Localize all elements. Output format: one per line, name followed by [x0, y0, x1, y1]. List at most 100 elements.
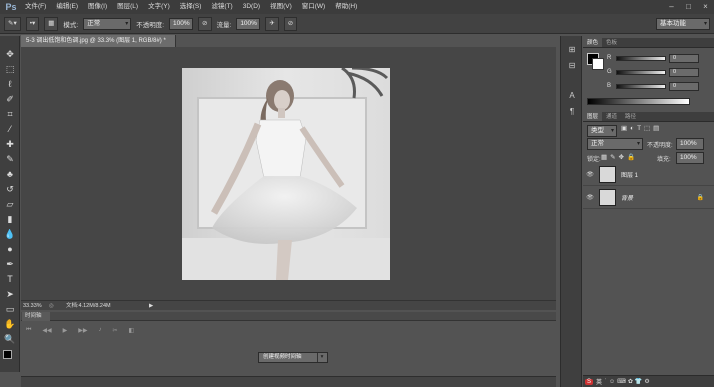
close-icon[interactable]: × — [701, 2, 710, 11]
opacity-input[interactable]: 100% — [169, 17, 194, 30]
color-panel-tabs: 颜色 色板 — [583, 38, 714, 48]
layer-filter-icons[interactable]: ▣◐T⬚▤ — [621, 124, 662, 132]
mode-select[interactable]: 正常 ▾ — [83, 17, 132, 30]
green-slider[interactable] — [616, 69, 666, 75]
brush-panel-icon[interactable]: ▦ — [44, 16, 59, 31]
timeline-tab-label: 时间轴 — [25, 313, 42, 319]
menu-select[interactable]: 选择(S) — [175, 0, 207, 14]
pressure-opacity-icon[interactable]: ⊘ — [198, 16, 212, 31]
lock-icons[interactable]: ▦✎✥🔒 — [601, 153, 638, 161]
split-icon[interactable]: ✂ — [113, 327, 118, 336]
tab-channels[interactable]: 通道 — [602, 112, 621, 121]
chevron-down-icon: ▾ — [636, 141, 640, 147]
flow-input[interactable]: 100% — [236, 17, 261, 30]
tray-icons[interactable]: ˙☺⌨✿👕⚙ — [605, 378, 652, 385]
red-value-input[interactable]: 0 — [669, 53, 699, 63]
image-canvas[interactable] — [182, 68, 390, 280]
tab-layers[interactable]: 图层 — [583, 112, 603, 121]
brush-tool-icon[interactable]: ✎ — [3, 153, 17, 166]
create-video-timeline-button[interactable]: 创建视频时间轴 ▾ — [258, 352, 328, 363]
eyedropper-tool-icon[interactable]: ⁄ — [3, 123, 17, 136]
ime-language[interactable]: 英 — [596, 377, 602, 386]
status-menu-arrow-icon[interactable]: ▶ — [149, 301, 153, 311]
eye-icon[interactable]: 👁 — [583, 171, 597, 178]
layer-row[interactable]: 👁 背景 🔒 — [583, 187, 714, 209]
layer-thumbnail — [599, 166, 616, 183]
timeline-tab[interactable]: 时间轴 — [22, 312, 50, 321]
first-frame-icon[interactable]: ⏮ — [26, 327, 31, 336]
menu-edit[interactable]: 编辑(E) — [51, 0, 83, 14]
type-tool-icon[interactable]: T — [3, 273, 17, 286]
move-tool-icon[interactable]: ✥ — [3, 48, 17, 61]
layer-opacity-input[interactable]: 100% — [676, 138, 704, 150]
hand-tool-icon[interactable]: ✋ — [3, 318, 17, 331]
menu-layer[interactable]: 图层(L) — [112, 0, 143, 14]
opacity-label: 不透明度: — [136, 21, 165, 29]
menu-view[interactable]: 视图(V) — [265, 0, 297, 14]
gradient-tool-icon[interactable]: ▮ — [3, 213, 17, 226]
menu-3d[interactable]: 3D(D) — [238, 0, 265, 14]
layer-kind-filter[interactable]: 类型 ▾ — [587, 125, 617, 137]
lasso-tool-icon[interactable]: ℓ — [3, 78, 17, 91]
transition-icon[interactable]: ◧ — [129, 327, 135, 336]
next-frame-icon[interactable]: ▶▶ — [78, 327, 87, 336]
pressure-size-icon[interactable]: ⊘ — [283, 16, 298, 31]
character-panel-icon[interactable]: A — [566, 90, 578, 102]
play-icon[interactable]: ▶ — [63, 327, 68, 336]
blend-mode-select[interactable]: 正常 ▾ — [587, 138, 643, 150]
menu-file[interactable]: 文件(F) — [20, 0, 51, 14]
red-channel-label: R — [607, 55, 612, 61]
properties-panel-icon[interactable]: ⊟ — [566, 60, 578, 72]
lock-label: 锁定: — [587, 157, 601, 163]
maximize-icon[interactable]: □ — [684, 2, 693, 11]
history-brush-tool-icon[interactable]: ↺ — [3, 183, 17, 196]
brush-preset-icon[interactable]: ✎▾ — [4, 16, 21, 31]
tab-paths[interactable]: 路径 — [621, 112, 640, 121]
crop-tool-icon[interactable]: ⌗ — [3, 108, 17, 121]
color-ramp[interactable] — [587, 98, 690, 105]
background-color-chip[interactable] — [592, 58, 604, 70]
previous-frame-icon[interactable]: ◀◀ — [42, 327, 51, 336]
menu-help[interactable]: 帮助(H) — [330, 0, 362, 14]
chevron-down-icon[interactable]: ▾ — [317, 353, 326, 362]
workspace-value: 基本功能 — [660, 20, 686, 27]
red-slider[interactable] — [616, 55, 666, 61]
document-tab[interactable]: 5-3 调出低饱和色调.jpg @ 33.3% (图层 1, RGB/8#) * — [21, 35, 176, 47]
menu-window[interactable]: 窗口(W) — [297, 0, 330, 14]
quick-select-tool-icon[interactable]: ✐ — [3, 93, 17, 106]
zoom-tool-icon[interactable]: 🔍 — [3, 333, 17, 346]
status-info-icon[interactable]: ◎ — [49, 301, 54, 311]
tab-color[interactable]: 颜色 — [583, 38, 603, 47]
tab-swatches[interactable]: 色板 — [602, 38, 621, 47]
shape-tool-icon[interactable]: ▭ — [3, 303, 17, 316]
airbrush-icon[interactable]: ✈ — [265, 16, 279, 31]
ime-logo-icon[interactable]: S — [585, 378, 594, 385]
marquee-tool-icon[interactable]: ⬚ — [3, 63, 17, 76]
blue-value-input[interactable]: 0 — [669, 81, 699, 91]
clone-stamp-tool-icon[interactable]: ♣ — [3, 168, 17, 181]
history-panel-icon[interactable]: ⊞ — [566, 44, 578, 56]
eraser-tool-icon[interactable]: ▱ — [3, 198, 17, 211]
layer-row[interactable]: 👁 图层 1 — [583, 164, 714, 186]
menu-filter[interactable]: 滤镜(T) — [206, 0, 237, 14]
path-select-tool-icon[interactable]: ➤ — [3, 288, 17, 301]
eye-icon[interactable]: 👁 — [583, 194, 597, 201]
healing-brush-tool-icon[interactable]: ✚ — [3, 138, 17, 151]
audio-icon[interactable]: ♪ — [99, 327, 102, 336]
foreground-color-swatch[interactable] — [3, 350, 12, 359]
zoom-level[interactable]: 33.33% — [23, 301, 42, 311]
green-value-input[interactable]: 0 — [669, 67, 699, 77]
pen-tool-icon[interactable]: ✒ — [3, 258, 17, 271]
kind-filter-value: 类型 — [591, 127, 604, 134]
blue-slider[interactable] — [616, 83, 666, 89]
workspace-select[interactable]: 基本功能 ▾ — [656, 18, 710, 30]
minimize-icon[interactable]: – — [667, 2, 676, 11]
menu-image[interactable]: 图像(I) — [83, 0, 112, 14]
brush-size-icon[interactable]: •▾ — [25, 16, 40, 31]
paragraph-panel-icon[interactable]: ¶ — [566, 106, 578, 118]
fill-input[interactable]: 100% — [676, 152, 704, 164]
blur-tool-icon[interactable]: 💧 — [3, 228, 17, 241]
chevron-down-icon: ▾ — [125, 20, 129, 27]
dodge-tool-icon[interactable]: ● — [3, 243, 17, 256]
menu-type[interactable]: 文字(Y) — [143, 0, 175, 14]
